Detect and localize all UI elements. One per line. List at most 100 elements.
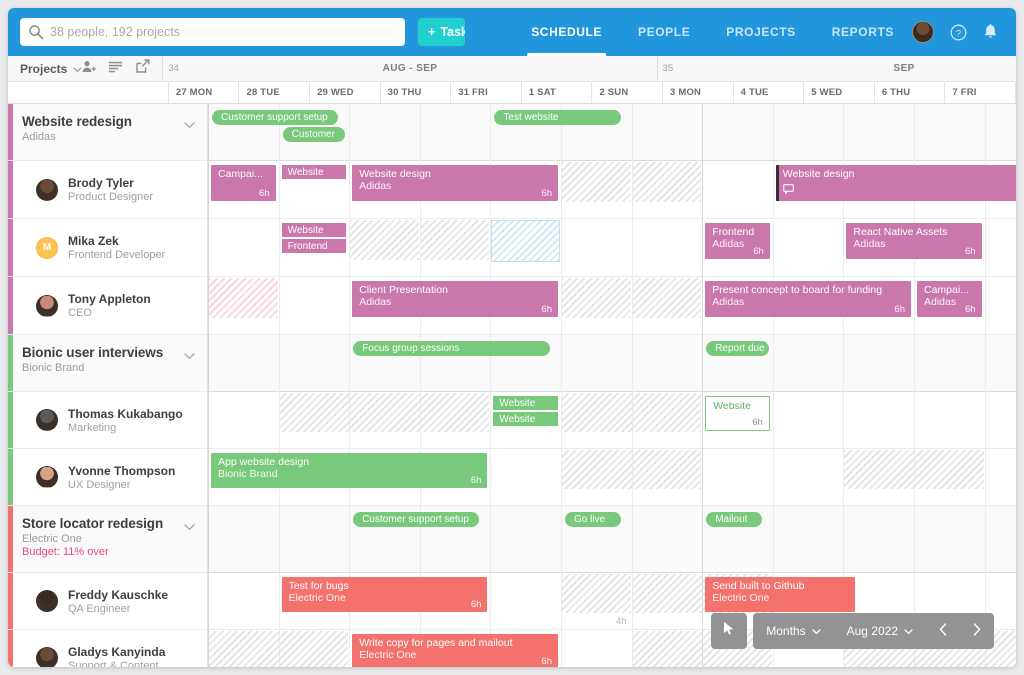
- person-row[interactable]: Gladys Kanyinda Support & Content: [8, 630, 207, 667]
- person-row[interactable]: Yvonne Thompson UX Designer: [8, 449, 207, 506]
- person-row[interactable]: Freddy Kauschke QA Engineer: [8, 573, 207, 630]
- cursor-arrow-icon: [723, 621, 735, 641]
- task-bar[interactable]: React Native Assets Adidas 6h: [846, 223, 982, 259]
- person-name: Tony Appleton: [68, 292, 151, 306]
- day-header-cell[interactable]: 2 SUN: [592, 82, 664, 103]
- task-chip[interactable]: Website: [493, 396, 558, 410]
- person-row[interactable]: Thomas Kukabango Marketing: [8, 392, 207, 449]
- task-bar[interactable]: Present concept to board for funding Adid…: [705, 281, 911, 317]
- task-bar[interactable]: App website design Bionic Brand 6h: [211, 453, 488, 488]
- nav-tab-people[interactable]: PEOPLE: [620, 8, 708, 56]
- day-header-cell[interactable]: 5 WED: [804, 82, 875, 103]
- projects-dropdown[interactable]: Projects: [20, 62, 67, 76]
- export-icon[interactable]: [136, 59, 150, 78]
- nav-tab-schedule[interactable]: SCHEDULE: [513, 8, 620, 56]
- filter-list-icon[interactable]: [109, 60, 123, 78]
- person-name: Mika Zek: [68, 234, 119, 248]
- plus-icon: +: [428, 25, 436, 39]
- task-drag-handle[interactable]: [775, 165, 779, 201]
- task-chip[interactable]: Website: [281, 165, 347, 179]
- day-header-cell[interactable]: 28 TUE: [239, 82, 311, 103]
- search-input[interactable]: [50, 21, 405, 43]
- bell-icon[interactable]: [983, 23, 998, 41]
- person-name: Thomas Kukabango: [68, 406, 183, 421]
- task-client: Bionic Brand: [218, 468, 278, 480]
- milestone-pill[interactable]: Go live: [565, 512, 621, 527]
- day-header-cell[interactable]: 7 FRI: [945, 82, 1016, 103]
- task-bar[interactable]: Website 6h: [705, 396, 770, 431]
- day-header-cell[interactable]: 3 MON: [663, 82, 734, 103]
- user-avatar[interactable]: [912, 21, 934, 43]
- task-bar[interactable]: Frontend Adidas 6h: [705, 223, 770, 259]
- task-bar[interactable]: Send built to Github Electric One: [705, 577, 855, 612]
- project-color-accent: [8, 335, 13, 391]
- day-header-cell[interactable]: 6 THU: [874, 82, 946, 103]
- task-bar[interactable]: Campai... Adidas 6h: [917, 281, 982, 317]
- day-header-cell[interactable]: 30 THU: [380, 82, 452, 103]
- next-period-button[interactable]: [960, 613, 994, 649]
- chevron-left-icon: [939, 623, 947, 639]
- cursor-tool-button[interactable]: [711, 613, 748, 649]
- avatar: [36, 409, 58, 431]
- chevron-down-icon[interactable]: [184, 518, 195, 536]
- project-group-header[interactable]: Store locator redesign Electric One Budget…: [8, 506, 207, 573]
- task-bar[interactable]: Campai... 6h: [211, 165, 276, 201]
- task-chip-label: Website: [287, 166, 324, 178]
- task-title: Website: [713, 400, 751, 412]
- day-header-cell[interactable]: 4 TUE: [733, 82, 805, 103]
- milestone-pill[interactable]: Test website: [494, 110, 621, 125]
- chevron-down-icon[interactable]: [184, 116, 195, 134]
- task-bar[interactable]: Test for bugs Electric One 6h: [281, 577, 488, 612]
- day-header-cell[interactable]: 31 FRI: [451, 82, 522, 103]
- day-header-cell[interactable]: 1 SAT: [521, 82, 593, 103]
- selected-cell-hatch[interactable]: [491, 220, 560, 262]
- milestone-pill[interactable]: Mailout: [706, 512, 762, 527]
- search-box[interactable]: [20, 18, 405, 46]
- project-group-header[interactable]: Bionic user interviews Bionic Brand: [8, 335, 207, 392]
- person-row[interactable]: M Mika Zek Frontend Developer: [8, 219, 207, 277]
- task-chip[interactable]: Website: [493, 412, 558, 426]
- task-bar[interactable]: Website design Adidas 6h: [352, 165, 558, 201]
- add-person-icon[interactable]: [82, 60, 97, 78]
- task-chip[interactable]: Website: [281, 223, 347, 237]
- day-gridline: [208, 104, 209, 667]
- add-task-button[interactable]: + Task: [418, 18, 466, 46]
- milestone-pill[interactable]: Report due: [706, 341, 769, 356]
- help-circle-icon[interactable]: ?: [950, 24, 967, 41]
- nav-tab-projects-label: PROJECTS: [726, 25, 796, 39]
- task-title: Client Presentation: [359, 284, 448, 296]
- person-row[interactable]: Tony Appleton CEO: [8, 277, 207, 335]
- unavailable-hatch-block: [420, 220, 490, 260]
- unavailable-hatch-block: [562, 393, 702, 432]
- task-chip[interactable]: Frontend: [281, 239, 347, 253]
- person-row[interactable]: Brody Tyler Product Designer: [8, 161, 207, 219]
- milestone-label: Customer: [291, 129, 335, 140]
- task-client: Electric One: [712, 592, 770, 604]
- task-bar[interactable]: Website design: [775, 165, 1016, 201]
- project-color-accent: [8, 392, 13, 448]
- project-color-accent: [8, 630, 13, 667]
- period-dropdown[interactable]: Aug 2022: [834, 613, 926, 649]
- task-bar[interactable]: Write copy for pages and mailout Electric…: [352, 634, 558, 667]
- milestone-pill[interactable]: Customer support setup: [212, 110, 339, 125]
- previous-period-button[interactable]: [926, 613, 960, 649]
- timeline-grid[interactable]: 4h Customer support setup Customer Test web…: [208, 104, 1016, 667]
- chevron-down-icon[interactable]: [73, 60, 82, 78]
- comment-icon[interactable]: [782, 181, 794, 199]
- unavailable-hatch-block: [844, 450, 984, 489]
- day-header-cell[interactable]: 27 MON: [168, 82, 240, 103]
- milestone-pill[interactable]: Customer: [282, 127, 346, 142]
- chevron-down-icon[interactable]: [184, 347, 195, 365]
- projects-filter-bar: Projects: [8, 56, 164, 81]
- unavailable-hatch-block: [209, 631, 349, 667]
- milestone-pill[interactable]: Focus group sessions: [353, 341, 550, 356]
- project-group-header[interactable]: Website redesign Adidas: [8, 104, 207, 161]
- day-header-cell[interactable]: 29 WED: [310, 82, 381, 103]
- task-chip-label: Website: [287, 224, 324, 236]
- nav-tab-reports[interactable]: REPORTS: [814, 8, 912, 56]
- zoom-level-dropdown[interactable]: Months: [753, 613, 833, 649]
- task-bar[interactable]: Client Presentation Adidas 6h: [352, 281, 558, 317]
- nav-tab-projects[interactable]: PROJECTS: [708, 8, 813, 56]
- milestone-pill[interactable]: Customer support setup: [353, 512, 480, 527]
- task-title: Test for bugs: [288, 580, 349, 592]
